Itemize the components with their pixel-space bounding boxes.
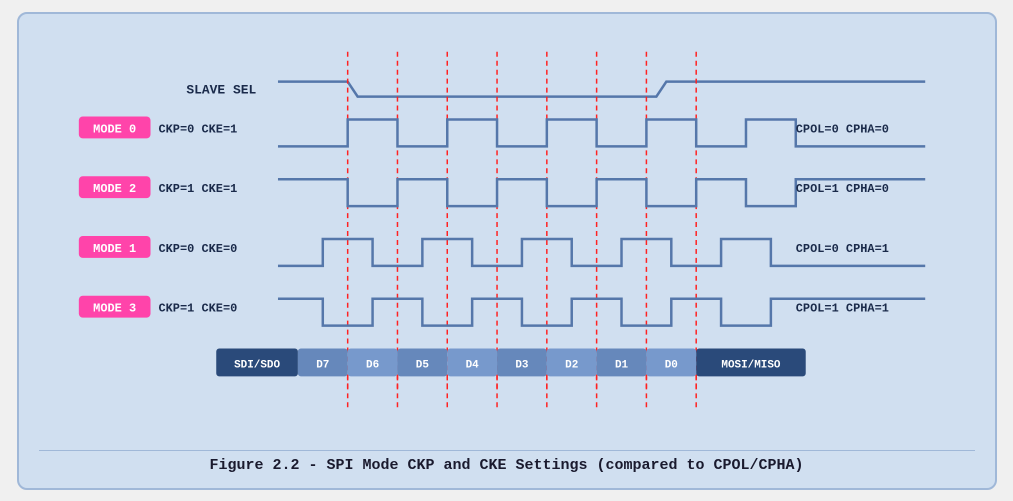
- d4-label: D4: [465, 359, 479, 371]
- mode0-badge: MODE 0: [93, 122, 136, 136]
- d0-label: D0: [664, 359, 677, 371]
- d6-label: D6: [366, 359, 379, 371]
- mode1-right: CPOL=0 CPHA=1: [795, 241, 888, 255]
- mosi-miso-label: MOSI/MISO: [721, 359, 781, 371]
- slave-sel-label: SLAVE SEL: [186, 82, 256, 97]
- mode2-right: CPOL=1 CPHA=0: [795, 182, 888, 196]
- mode1-params: CKP=0 CKE=0: [158, 241, 237, 255]
- mode1-badge: MODE 1: [93, 241, 136, 255]
- d1-label: D1: [614, 359, 628, 371]
- outer-container: text.mono { font-family: 'Courier New', …: [17, 12, 997, 490]
- d5-label: D5: [415, 359, 428, 371]
- mode2-params: CKP=1 CKE=1: [158, 182, 237, 196]
- mode3-badge: MODE 3: [93, 301, 136, 315]
- d2-label: D2: [565, 359, 578, 371]
- sdi-sdo-label: SDI/SDO: [234, 359, 280, 371]
- mode0-params: CKP=0 CKE=1: [158, 122, 237, 136]
- mode3-params: CKP=1 CKE=0: [158, 301, 237, 315]
- mode0-right: CPOL=0 CPHA=0: [795, 122, 888, 136]
- mode3-right: CPOL=1 CPHA=1: [795, 301, 888, 315]
- d7-label: D7: [316, 359, 329, 371]
- figure-caption: Figure 2.2 - SPI Mode CKP and CKE Settin…: [39, 450, 975, 474]
- diagram-area: text.mono { font-family: 'Courier New', …: [39, 32, 975, 440]
- mode2-badge: MODE 2: [93, 182, 136, 196]
- d3-label: D3: [515, 359, 529, 371]
